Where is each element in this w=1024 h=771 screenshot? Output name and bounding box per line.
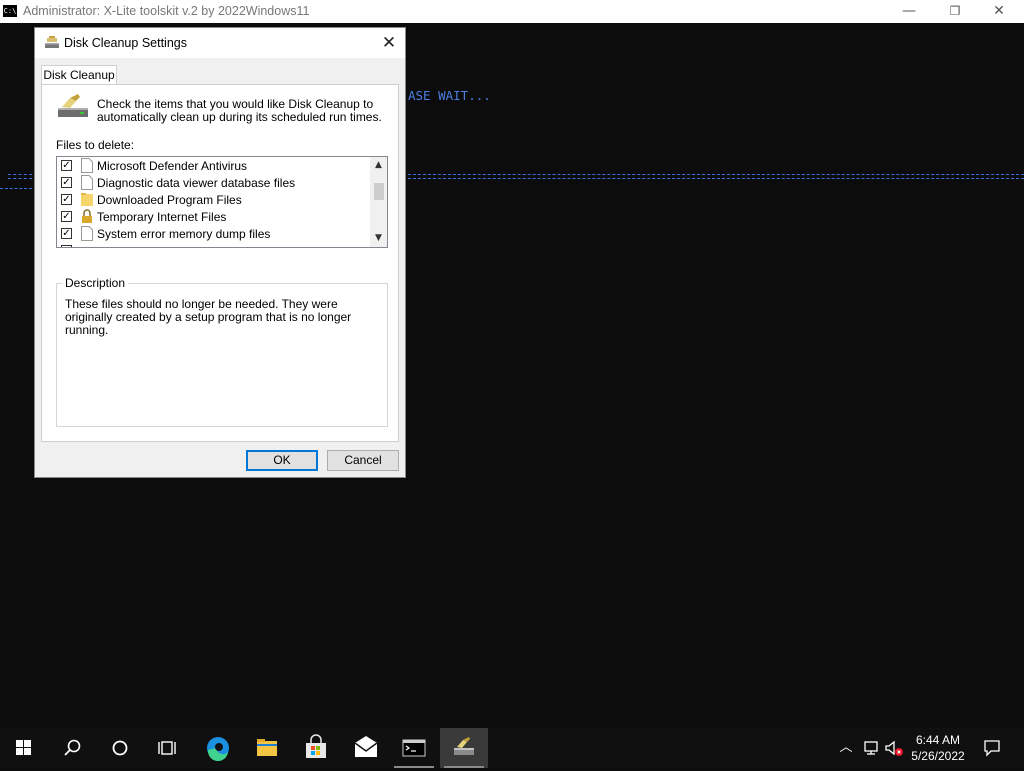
store-button[interactable] bbox=[292, 728, 340, 768]
edge-icon bbox=[207, 737, 229, 762]
document-icon bbox=[81, 158, 93, 173]
console-titlebar[interactable]: C:\ Administrator: X-Lite toolskit v.2 b… bbox=[0, 0, 1024, 23]
dialog-title: Disk Cleanup Settings bbox=[64, 36, 187, 50]
scroll-thumb[interactable] bbox=[374, 183, 384, 200]
restore-button[interactable]: ❐ bbox=[932, 0, 978, 23]
show-hidden-icons-button[interactable]: ︿ bbox=[838, 739, 854, 757]
console-app-icon: C:\ bbox=[3, 5, 17, 17]
list-item[interactable] bbox=[61, 243, 367, 247]
edge-button[interactable] bbox=[194, 728, 242, 768]
disk-cleanup-large-icon bbox=[58, 94, 88, 117]
document-icon bbox=[81, 226, 93, 241]
search-button[interactable] bbox=[48, 728, 96, 768]
scroll-up-button[interactable]: ▲ bbox=[370, 157, 387, 174]
start-button[interactable] bbox=[0, 728, 48, 768]
files-to-delete-list[interactable]: ✓ Microsoft Defender Antivirus ✓ Diagnos… bbox=[56, 156, 388, 248]
lock-icon bbox=[82, 209, 92, 223]
list-item[interactable]: ✓ Temporary Internet Files bbox=[61, 209, 367, 226]
description-groupbox: Description These files should no longer… bbox=[56, 276, 388, 427]
list-item-label: Diagnostic data viewer database files bbox=[97, 176, 296, 190]
description-text: These files should no longer be needed. … bbox=[65, 297, 352, 337]
checkbox[interactable] bbox=[61, 245, 72, 247]
tab-disk-cleanup[interactable]: Disk Cleanup bbox=[41, 65, 117, 85]
list-item[interactable]: ✓ Diagnostic data viewer database files bbox=[61, 175, 367, 192]
mail-icon bbox=[354, 736, 378, 757]
network-icon[interactable] bbox=[862, 739, 880, 757]
folder-icon bbox=[257, 739, 277, 756]
cancel-button[interactable]: Cancel bbox=[327, 450, 399, 471]
store-icon bbox=[306, 734, 326, 758]
list-item[interactable]: ✓ Microsoft Defender Antivirus bbox=[61, 158, 367, 175]
minimize-button[interactable]: — bbox=[886, 0, 932, 23]
cortana-icon bbox=[112, 740, 128, 756]
close-button[interactable]: ✕ bbox=[976, 0, 1022, 23]
scroll-down-button[interactable]: ▼ bbox=[370, 230, 387, 247]
list-item-label: Temporary Internet Files bbox=[97, 210, 227, 224]
taskbar-clock[interactable]: 6:44 AM 5/26/2022 bbox=[902, 732, 974, 764]
document-icon bbox=[81, 175, 93, 190]
console-window-title: Administrator: X-Lite toolskit v.2 by 20… bbox=[23, 4, 310, 18]
files-to-delete-label: Files to delete: bbox=[56, 138, 135, 152]
dialog-titlebar[interactable]: Disk Cleanup Settings ✕ bbox=[35, 28, 405, 58]
list-item[interactable]: ✓ System error memory dump files bbox=[61, 226, 367, 243]
checkbox[interactable]: ✓ bbox=[61, 177, 72, 188]
volume-muted-icon[interactable] bbox=[884, 739, 904, 757]
task-view-button[interactable] bbox=[144, 728, 192, 768]
list-item-label: Microsoft Defender Antivirus bbox=[97, 159, 248, 173]
task-view-icon bbox=[158, 741, 176, 755]
list-item-label: Downloaded Program Files bbox=[97, 193, 242, 207]
console-taskbar-button[interactable] bbox=[390, 728, 438, 768]
clock-date: 5/26/2022 bbox=[911, 749, 965, 763]
checkbox[interactable]: ✓ bbox=[61, 211, 72, 222]
disk-cleanup-taskbar-button[interactable] bbox=[440, 728, 488, 768]
taskbar: ︿ 6:44 AM 5/26/2022 bbox=[0, 728, 1024, 768]
windows-logo-icon bbox=[16, 740, 31, 755]
console-divider-right bbox=[408, 174, 1024, 179]
console-wait-text: ASE WAIT... bbox=[408, 88, 491, 103]
disk-cleanup-icon bbox=[454, 737, 474, 755]
list-scrollbar[interactable]: ▲ ▼ bbox=[370, 157, 387, 247]
disk-cleanup-icon bbox=[45, 36, 59, 48]
disk-cleanup-settings-dialog: Disk Cleanup Settings ✕ Disk Cleanup Che… bbox=[34, 27, 406, 478]
console-icon bbox=[402, 739, 426, 757]
description-legend: Description bbox=[62, 276, 129, 290]
list-item-label: System error memory dump files bbox=[97, 227, 271, 241]
file-explorer-button[interactable] bbox=[243, 728, 291, 768]
ok-button[interactable]: OK bbox=[246, 450, 318, 471]
intro-text: Check the items that you would like Disk… bbox=[97, 97, 382, 124]
dialog-close-button[interactable]: ✕ bbox=[377, 31, 401, 55]
checkbox[interactable]: ✓ bbox=[61, 160, 72, 171]
tab-panel: Check the items that you would like Disk… bbox=[41, 84, 399, 442]
console-divider-left bbox=[8, 174, 32, 179]
clock-time: 6:44 AM bbox=[915, 733, 961, 747]
folder-icon bbox=[81, 193, 93, 206]
cortana-button[interactable] bbox=[96, 728, 144, 768]
search-icon bbox=[64, 739, 81, 756]
checkbox[interactable]: ✓ bbox=[61, 194, 72, 205]
console-divider-left-2 bbox=[0, 188, 32, 189]
mail-button[interactable] bbox=[342, 728, 390, 768]
notifications-icon[interactable] bbox=[983, 739, 1001, 757]
checkbox[interactable]: ✓ bbox=[61, 228, 72, 239]
list-item[interactable]: ✓ Downloaded Program Files bbox=[61, 192, 367, 209]
